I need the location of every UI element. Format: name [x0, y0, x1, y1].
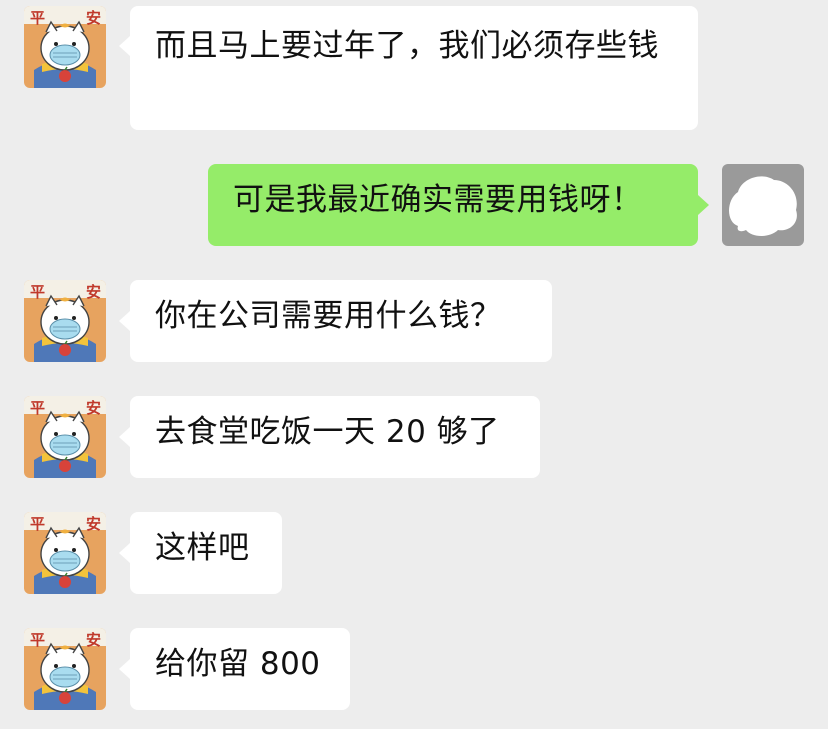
bubble-tail — [119, 659, 130, 679]
message-text: 而且马上要过年了，我们必须存些钱 — [155, 28, 659, 64]
message-text: 去食堂吃饭一天 20 够了 — [155, 414, 500, 450]
bubble-tail — [698, 195, 709, 215]
message-text: 你在公司需要用什么钱？ — [155, 298, 502, 334]
message-bubble[interactable]: 你在公司需要用什么钱？ — [130, 280, 552, 362]
contact-avatar[interactable] — [24, 512, 106, 594]
cat-ping-an-avatar-icon — [24, 6, 106, 88]
cat-ping-an-avatar-icon — [24, 512, 106, 594]
message-bubble[interactable]: 而且马上要过年了，我们必须存些钱 — [130, 6, 698, 130]
contact-avatar[interactable] — [24, 628, 106, 710]
message-bubble[interactable]: 可是我最近确实需要用钱呀！ — [208, 164, 698, 246]
message-text: 这样吧 — [155, 530, 250, 566]
message-bubble[interactable]: 去食堂吃饭一天 20 够了 — [130, 396, 540, 478]
bubble-tail — [119, 427, 130, 447]
contact-avatar[interactable] — [24, 396, 106, 478]
message-bubble[interactable]: 给你留 800 — [130, 628, 350, 710]
self-avatar[interactable] — [722, 164, 804, 246]
bubble-tail — [119, 543, 130, 563]
message-bubble[interactable]: 这样吧 — [130, 512, 282, 594]
contact-avatar[interactable] — [24, 280, 106, 362]
bubble-tail — [119, 311, 130, 331]
bubble-tail — [119, 36, 130, 56]
message-text: 可是我最近确实需要用钱呀！ — [233, 182, 643, 218]
cat-ping-an-avatar-icon — [24, 280, 106, 362]
cat-ping-an-avatar-icon — [24, 396, 106, 478]
message-text: 给你留 800 — [155, 646, 321, 682]
cat-ping-an-avatar-icon — [24, 628, 106, 710]
contact-avatar[interactable] — [24, 6, 106, 88]
blank-cloud-avatar-icon — [722, 164, 804, 246]
